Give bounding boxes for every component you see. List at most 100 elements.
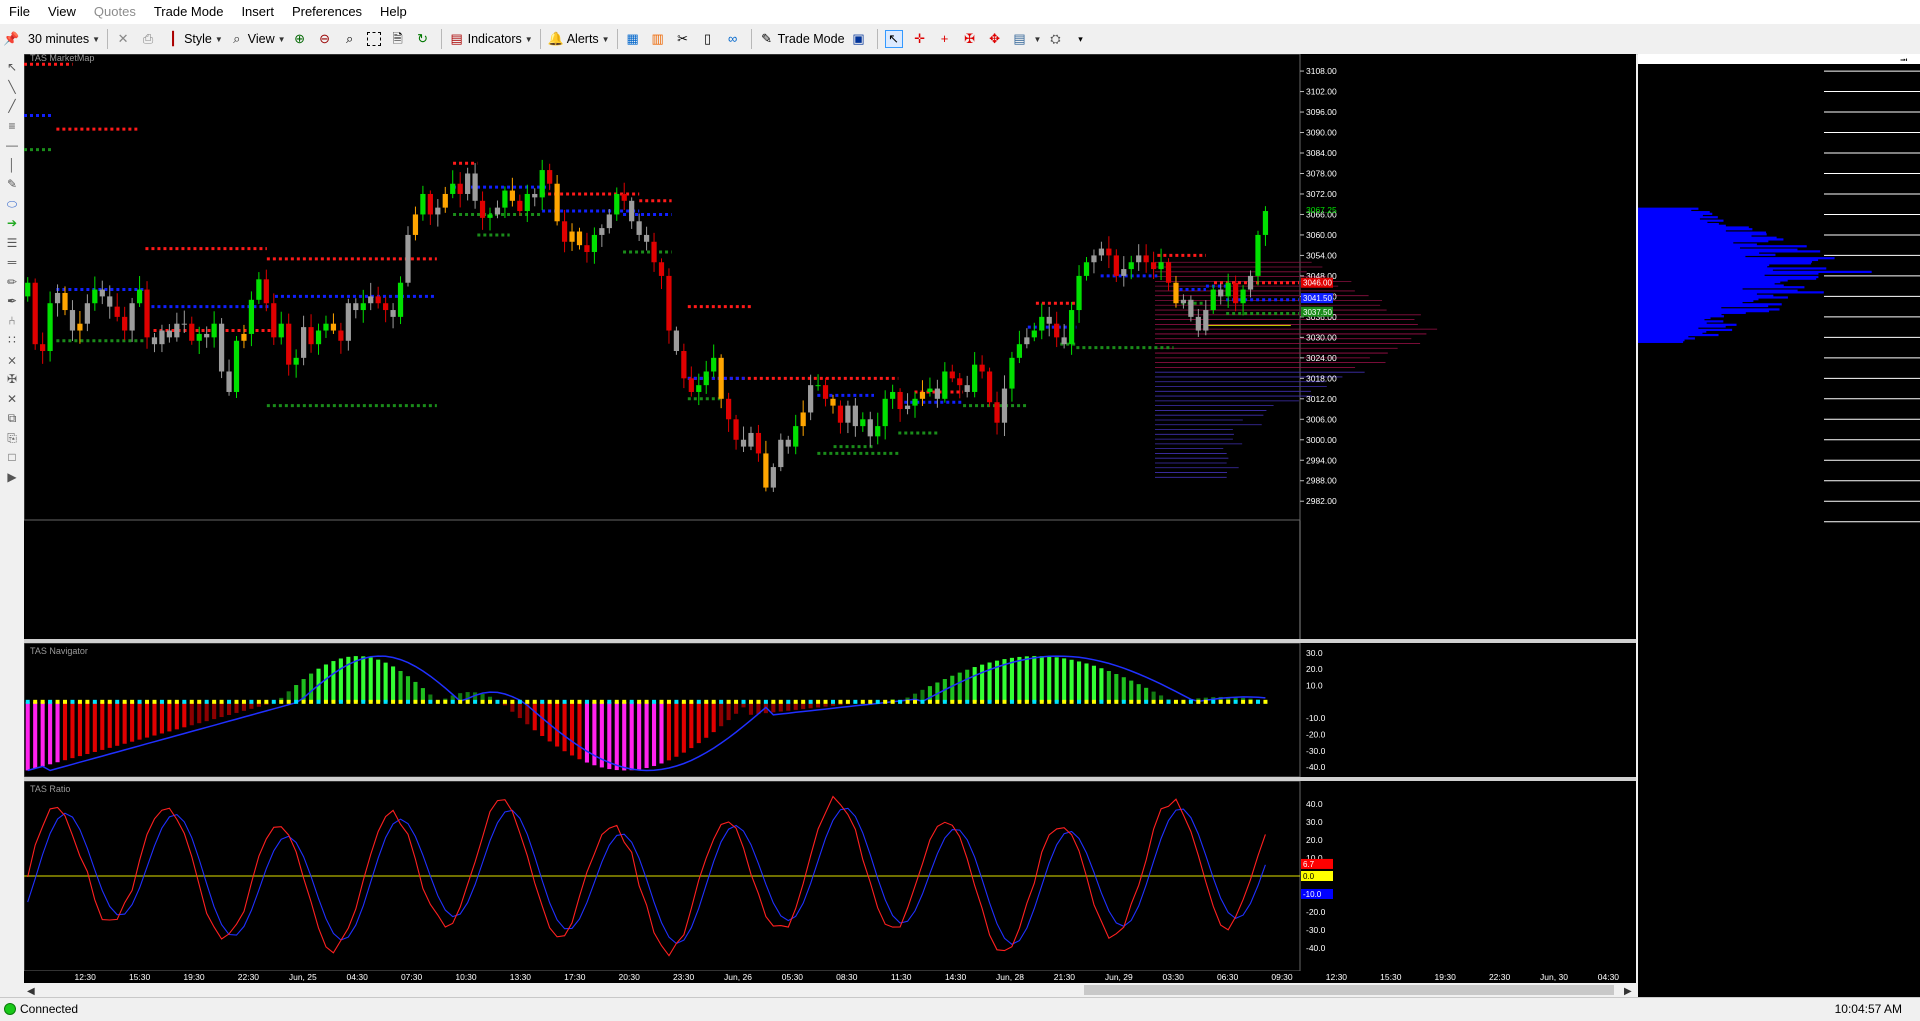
cursor-button[interactable]: ↖ (882, 27, 909, 51)
price-tick-label: 3024.00 (1306, 353, 1337, 363)
fib-icon[interactable]: ☰ (2, 234, 22, 252)
zero-dot (860, 699, 865, 704)
layout-dropdown[interactable]: ▤ ▼ (1009, 27, 1045, 51)
chart-link-button[interactable]: ∞ (722, 27, 747, 51)
pointer-icon[interactable]: ↖ (2, 58, 22, 76)
view-label: View (247, 32, 275, 46)
toolbar-overflow[interactable]: ▾ (1069, 27, 1094, 51)
delete-icon[interactable]: ✕ (2, 390, 22, 408)
rectangle-icon: ▯ (704, 31, 712, 46)
text-icon[interactable]: ⨯ (2, 351, 22, 369)
grid-button[interactable]: ▦ (622, 27, 647, 51)
price-cross-button[interactable]: ✥ (984, 27, 1009, 51)
navigator-bar (1106, 671, 1111, 702)
line-icon[interactable]: ╲ (2, 78, 22, 96)
indicators-dropdown[interactable]: ▤ Indicators ▼ (446, 27, 536, 51)
zero-dot (383, 699, 388, 704)
channel-icon[interactable]: ≡ (2, 117, 22, 135)
brush-icon[interactable]: ✒ (2, 292, 22, 310)
note-icon[interactable]: ✎ (2, 175, 22, 193)
navigator-bar (420, 688, 425, 702)
navigator-bar (1047, 656, 1052, 702)
menu-insert[interactable]: Insert (232, 0, 283, 24)
style-dropdown[interactable]: ┃ Style ▼ (162, 27, 226, 51)
candle-body (405, 234, 411, 283)
navigator-bar (584, 701, 589, 763)
pencil-icon[interactable]: ✏ (2, 273, 22, 291)
navigator-bar (405, 676, 411, 702)
navigator-bar (1032, 656, 1037, 702)
select-area-button[interactable] (364, 27, 387, 51)
crosshair-icon[interactable]: ✠ (2, 370, 22, 388)
candle-body (159, 330, 165, 345)
menu-preferences[interactable]: Preferences (283, 0, 371, 24)
trade-mode-button[interactable]: ✎ Trade Mode (756, 27, 848, 51)
zero-dot (681, 699, 686, 704)
zero-dot (100, 699, 105, 704)
navigator-tick-label: -10.0 (1306, 713, 1326, 723)
navigator-bar (622, 701, 627, 771)
zero-dot (875, 699, 880, 704)
scissors-icon: ✂ (677, 31, 689, 46)
navigator-bar (666, 701, 672, 761)
page-button[interactable]: 🗎 (387, 27, 412, 51)
marketmap-pane[interactable]: 3108.00 3102.00 3096.00 3090.00 3084.00 3078.… (24, 54, 1636, 639)
crosshair-button[interactable]: ✛ (909, 27, 934, 51)
arrow-icon[interactable]: ➔ (2, 214, 22, 232)
zero-dot (1069, 699, 1074, 704)
view-dropdown[interactable]: ⌕ View ▼ (226, 27, 289, 51)
ellipse-icon[interactable]: ⬭ (2, 195, 22, 213)
alerts-dropdown[interactable]: 🔔 Alerts ▼ (545, 27, 613, 51)
zero-dot (592, 699, 597, 704)
refresh-button[interactable]: ↻ (412, 27, 437, 51)
menu-trade-mode[interactable]: Trade Mode (145, 0, 233, 24)
horizontal-line-icon[interactable]: — (2, 136, 22, 154)
time-tick-label: 20:30 (619, 972, 641, 982)
style-label: Style (184, 32, 212, 46)
dom-button[interactable]: ▣ (848, 27, 873, 51)
chevron-down-icon: ▼ (1033, 34, 1042, 44)
select-icon[interactable]: □ (2, 448, 22, 466)
grid-icon: ▦ (626, 31, 639, 46)
candle-body (196, 333, 202, 341)
copy-icon[interactable]: ⧉ (2, 409, 22, 427)
zero-dot (241, 699, 246, 704)
parallel-icon[interactable]: ═ (2, 253, 22, 271)
time-tick-label: 10:30 (455, 972, 477, 982)
candle-body (860, 419, 866, 427)
print-button[interactable]: ⎙ (137, 27, 162, 51)
trendline-icon[interactable]: ╱ (2, 97, 22, 115)
rectangle-button[interactable]: ▯ (697, 27, 722, 51)
scissors-button[interactable]: ✂ (672, 27, 697, 51)
select-area-icon (366, 32, 381, 46)
candle-body (539, 170, 545, 198)
zero-dot (212, 699, 217, 704)
zoom-box-button[interactable]: ⌕ (339, 27, 364, 51)
menu-file[interactable]: File (0, 0, 39, 24)
interval-dropdown[interactable]: 30 minutes ▼ (25, 27, 103, 51)
zero-dot (1032, 699, 1037, 704)
workspace-button[interactable]: ⛭ (1044, 27, 1069, 51)
pitchfork-icon[interactable]: ⑃ (2, 312, 22, 330)
menu-help[interactable]: Help (371, 0, 416, 24)
vertical-line-icon[interactable]: │ (2, 156, 22, 174)
target-button[interactable]: ✠ (959, 27, 984, 51)
gann-icon[interactable]: ∷ (2, 331, 22, 349)
navigator-pane[interactable]: 30.0 20.0 10.0 -10.0 -20.0 -30.0 -40.0 (24, 643, 1636, 777)
zoom-out-button[interactable]: ⊖ (314, 27, 339, 51)
chevron-down-icon: ▼ (524, 34, 533, 44)
menu-view[interactable]: View (39, 0, 85, 24)
zero-dot (1233, 699, 1238, 704)
ratio-pane[interactable]: 40.030.020.010.00.0-10.0-20.0-30.0-40.06… (24, 781, 1636, 971)
zoom-in-button[interactable]: ⊕ (289, 27, 314, 51)
chart-area[interactable]: 3108.00 3102.00 3096.00 3090.00 3084.00 3078.… (24, 53, 1636, 997)
cross-button[interactable]: + (934, 27, 959, 51)
horizontal-scrollbar[interactable]: ◀ ▶ (24, 983, 1636, 997)
menu-quotes[interactable]: Quotes (85, 0, 145, 24)
paste-icon[interactable]: ⎘ (2, 429, 22, 447)
pin-button[interactable]: 📌 (0, 27, 25, 51)
ratio-tick-label: 20.0 (1306, 835, 1323, 845)
expand-icon[interactable]: ▶ (2, 468, 22, 486)
close-chart-button[interactable]: ✕ (112, 27, 137, 51)
color-bars-button[interactable]: ▥ (647, 27, 672, 51)
